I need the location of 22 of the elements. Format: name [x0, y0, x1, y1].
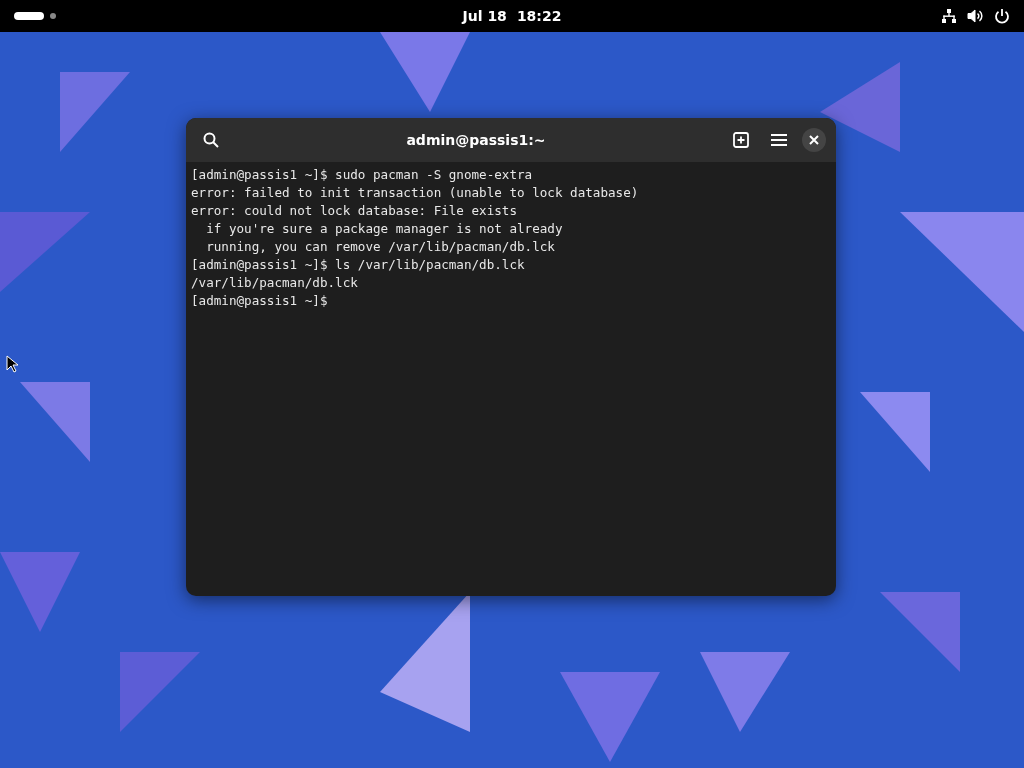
workspace-indicator[interactable] [50, 13, 56, 19]
terminal-line: error: could not lock database: File exists [191, 202, 519, 220]
terminal-line: [admin@passis1 ~]$ [191, 292, 329, 310]
menu-icon [771, 133, 787, 147]
window-title: admin@passis1:~ [405, 132, 547, 148]
search-icon [203, 132, 219, 148]
terminal-line: [admin@passis1 ~]$ sudo pacman -S gnome-extra [191, 166, 534, 184]
volume-icon[interactable] [967, 8, 984, 24]
mouse-pointer-icon [6, 355, 18, 373]
network-icon[interactable] [941, 8, 957, 24]
terminal-line: error: failed to init transaction (unable to lock database) [191, 184, 640, 202]
terminal-line: [admin@passis1 ~]$ ls /var/lib/pacman/db.lck [191, 256, 526, 274]
date[interactable]: Jul 18 [462, 8, 507, 24]
time[interactable]: 18:22 [516, 8, 562, 24]
close-button[interactable] [802, 128, 826, 152]
terminal-line: if you're sure a package manager is not already [205, 220, 564, 238]
workspace-indicator[interactable] [14, 12, 44, 20]
terminal-line: /var/lib/pacman/db.lck [191, 274, 359, 292]
terminal-line: running, you can remove /var/lib/pacman/db.lck [205, 238, 556, 256]
plus-icon [733, 132, 749, 148]
close-icon [809, 135, 819, 145]
power-icon[interactable] [994, 8, 1010, 24]
